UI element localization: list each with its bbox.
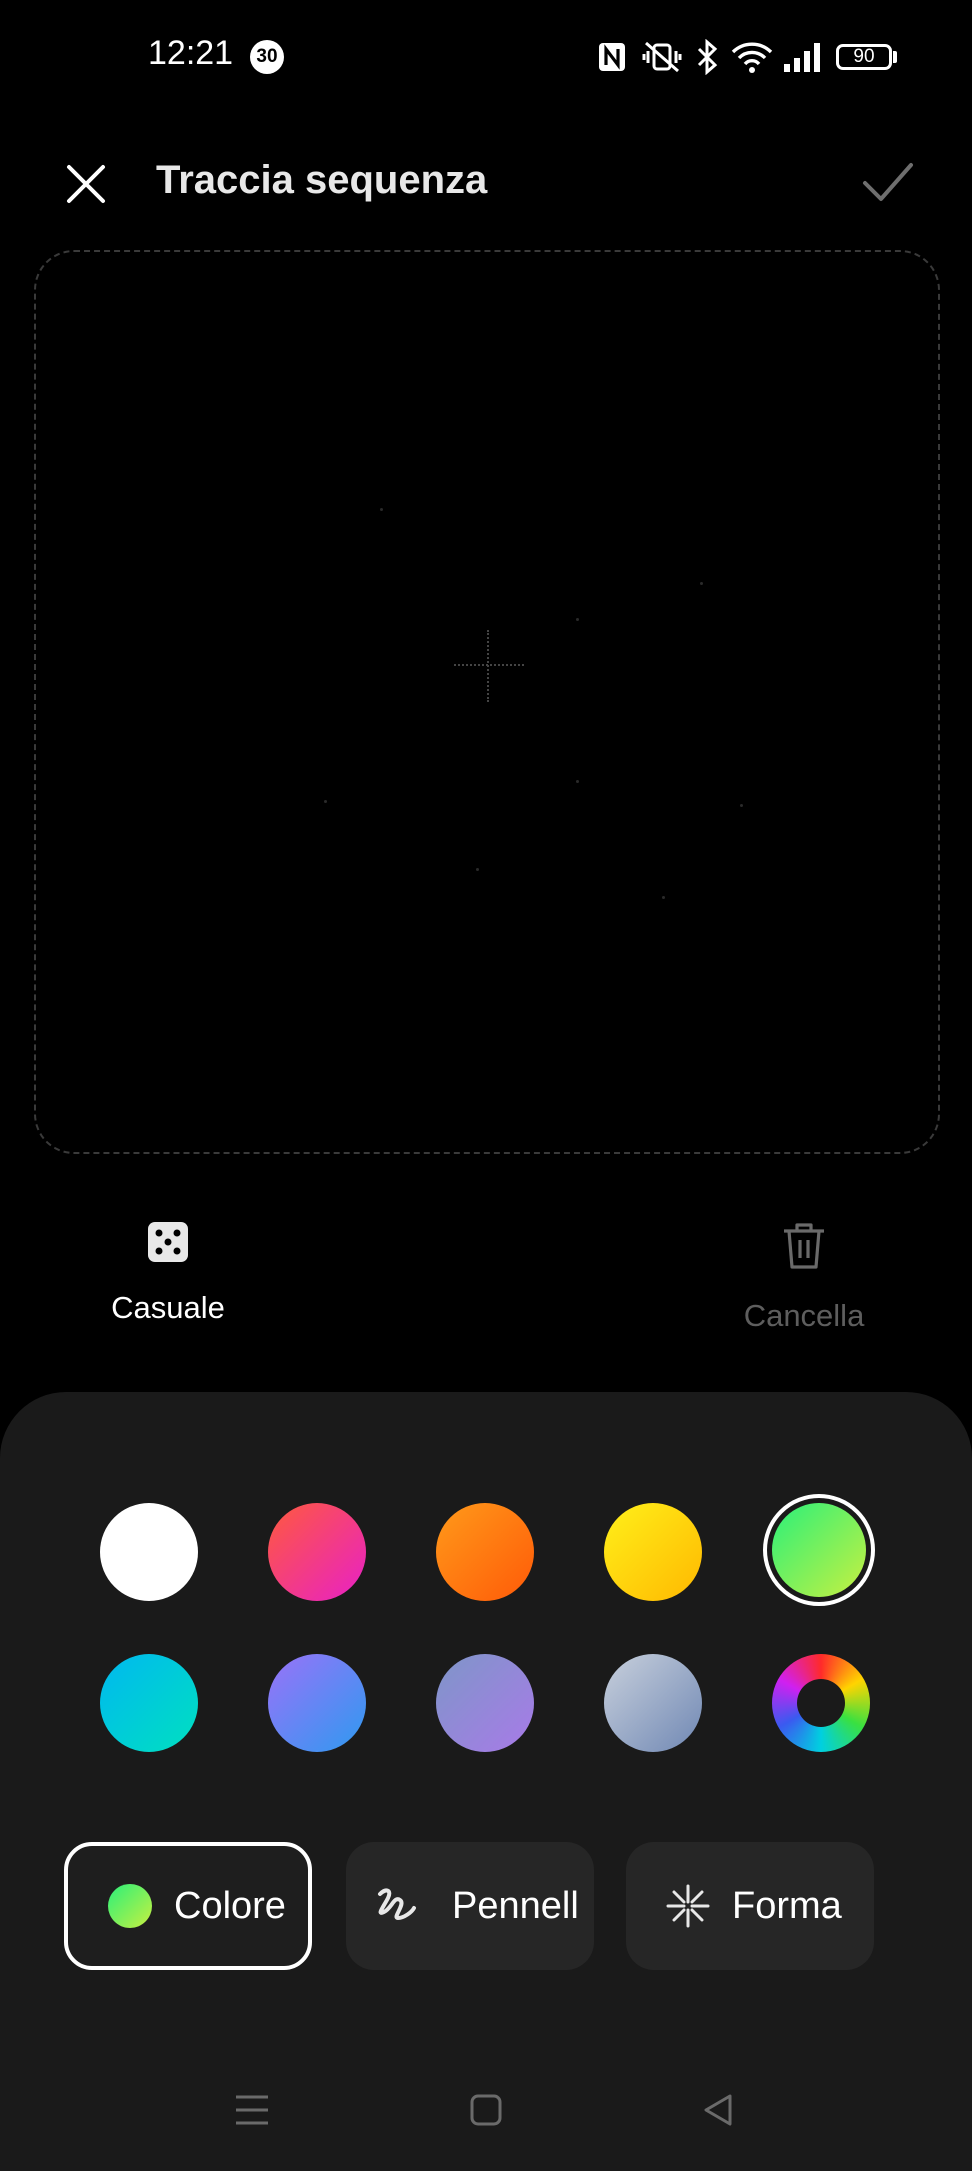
swatch-blue-gray[interactable] xyxy=(604,1654,702,1752)
canvas-dot xyxy=(576,780,579,783)
swatch-pink-red[interactable] xyxy=(268,1503,366,1601)
canvas-dot xyxy=(662,896,665,899)
battery-level: 90 xyxy=(853,46,875,67)
vibrate-mute-icon xyxy=(640,36,684,78)
drawing-canvas[interactable] xyxy=(34,250,940,1154)
tab-brush[interactable]: Pennell xyxy=(346,1842,594,1970)
back-nav-button[interactable] xyxy=(694,2086,742,2134)
canvas-dot xyxy=(700,582,703,585)
status-time: 12:21 xyxy=(148,34,234,72)
dice-icon xyxy=(148,1222,188,1262)
trash-icon xyxy=(784,1223,824,1269)
color-dot-icon xyxy=(108,1884,152,1928)
random-button[interactable]: Casuale xyxy=(84,1222,252,1326)
swatch-cyan[interactable] xyxy=(100,1654,198,1752)
shape-icon xyxy=(666,1884,710,1928)
page-title: Traccia sequenza xyxy=(156,158,488,202)
swatch-blue-violet[interactable] xyxy=(268,1654,366,1752)
random-label: Casuale xyxy=(111,1290,225,1325)
canvas-center-v-guide xyxy=(487,630,491,702)
menu-nav-button[interactable] xyxy=(228,2086,276,2134)
menu-icon xyxy=(236,2095,268,2125)
canvas-dot xyxy=(740,804,743,807)
canvas-dot xyxy=(324,800,327,803)
swatch-green[interactable] xyxy=(772,1503,866,1597)
canvas-dot xyxy=(576,618,579,621)
battery-tip xyxy=(893,51,897,63)
back-icon xyxy=(704,2094,732,2126)
close-button[interactable] xyxy=(58,156,114,212)
clear-button[interactable]: Cancella xyxy=(718,1222,890,1334)
home-nav-button[interactable] xyxy=(462,2086,510,2134)
canvas-dot xyxy=(380,508,383,511)
tab-shape-label: Forma xyxy=(732,1884,842,1927)
signal-icon xyxy=(780,36,826,78)
tab-shape[interactable]: Forma xyxy=(626,1842,874,1970)
notification-count-badge: 30 xyxy=(250,40,284,74)
canvas-dot xyxy=(476,868,479,871)
swatch-lavender[interactable] xyxy=(436,1654,534,1752)
confirm-button[interactable] xyxy=(856,150,920,214)
custom-color-wheel-button[interactable] xyxy=(772,1654,870,1752)
battery-icon: 90 xyxy=(836,44,892,70)
color-wheel-hole xyxy=(797,1679,845,1727)
swatch-yellow[interactable] xyxy=(604,1503,702,1601)
wifi-icon xyxy=(728,36,776,78)
nfc-icon xyxy=(594,36,630,78)
tab-brush-label: Pennell xyxy=(452,1884,579,1927)
clear-label: Cancella xyxy=(743,1298,865,1333)
tab-color-label: Colore xyxy=(174,1884,286,1927)
swatch-orange[interactable] xyxy=(436,1503,534,1601)
tab-color[interactable]: Colore xyxy=(64,1842,312,1970)
swatch-white[interactable] xyxy=(100,1503,198,1601)
check-icon xyxy=(863,163,913,201)
home-icon xyxy=(470,2094,502,2126)
brush-icon xyxy=(378,1888,416,1921)
close-icon xyxy=(67,165,105,203)
bluetooth-icon xyxy=(692,36,722,78)
